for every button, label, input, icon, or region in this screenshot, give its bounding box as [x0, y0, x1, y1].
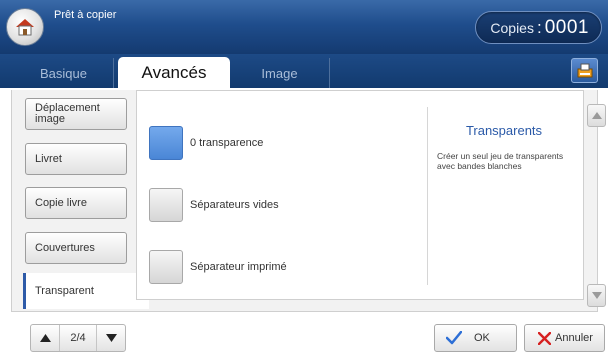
copies-label: Copies	[490, 19, 534, 36]
cancel-button-label: Annuler	[555, 332, 593, 344]
copy-settings-icon	[577, 63, 592, 77]
scroll-down-button[interactable]	[587, 284, 606, 307]
triangle-up-icon	[39, 334, 51, 342]
triangle-up-icon	[591, 112, 602, 119]
option-0-transparence-label: 0 transparence	[190, 137, 264, 149]
tab-image[interactable]: Image	[230, 58, 330, 88]
copies-colon: :	[536, 17, 542, 37]
app-title: Prêt à copier	[54, 9, 117, 21]
copy-settings-button[interactable]	[571, 58, 598, 83]
copies-value: 0001	[544, 16, 589, 38]
tab-basique[interactable]: Basique	[14, 58, 114, 88]
ok-button[interactable]: OK	[434, 324, 517, 352]
sidebar-item-deplacement-image[interactable]: Déplacement image	[25, 98, 127, 130]
page-prev-button[interactable]	[31, 325, 59, 351]
description-title: Transparents	[465, 123, 543, 138]
cancel-button[interactable]: Annuler	[524, 324, 605, 352]
options-panel: 0 transparence Séparateurs vides Séparat…	[136, 90, 584, 300]
tab-bar: Basique Avancés Image	[0, 54, 608, 88]
home-button[interactable]	[6, 8, 44, 46]
x-icon	[538, 331, 551, 345]
option-separateur-imprime-label: Séparateur imprimé	[190, 261, 287, 273]
home-icon	[16, 19, 34, 36]
page-next-button[interactable]	[97, 325, 125, 351]
description-text: Créer un seul jeu de transparents avec b…	[437, 151, 564, 171]
content-area: Déplacement image Livret Copie livre Cou…	[11, 90, 606, 312]
triangle-down-icon	[105, 334, 117, 342]
triangle-down-icon	[591, 292, 602, 299]
tab-avances[interactable]: Avancés	[118, 57, 230, 88]
ok-button-label: OK	[474, 332, 490, 344]
option-separateurs-vides-button[interactable]	[149, 188, 183, 222]
copies-counter[interactable]: Copies : 0001	[475, 11, 602, 44]
option-0-transparence-button[interactable]	[149, 126, 183, 160]
option-separateurs-vides-label: Séparateurs vides	[190, 199, 279, 211]
checkmark-icon	[446, 331, 462, 345]
sidebar-item-copie-livre[interactable]: Copie livre	[25, 187, 127, 219]
scroll-up-button[interactable]	[587, 104, 606, 127]
title-bar: Prêt à copier Copies : 0001	[0, 0, 608, 54]
sidebar-item-couvertures[interactable]: Couvertures	[25, 232, 127, 264]
sidebar-item-transparent[interactable]: Transparent	[23, 273, 149, 309]
option-separateur-imprime-button[interactable]	[149, 250, 183, 284]
page-indicator: 2/4	[59, 325, 97, 351]
sidebar-item-livret[interactable]: Livret	[25, 143, 127, 175]
page-navigator: 2/4	[30, 324, 126, 352]
panel-divider	[427, 107, 428, 285]
